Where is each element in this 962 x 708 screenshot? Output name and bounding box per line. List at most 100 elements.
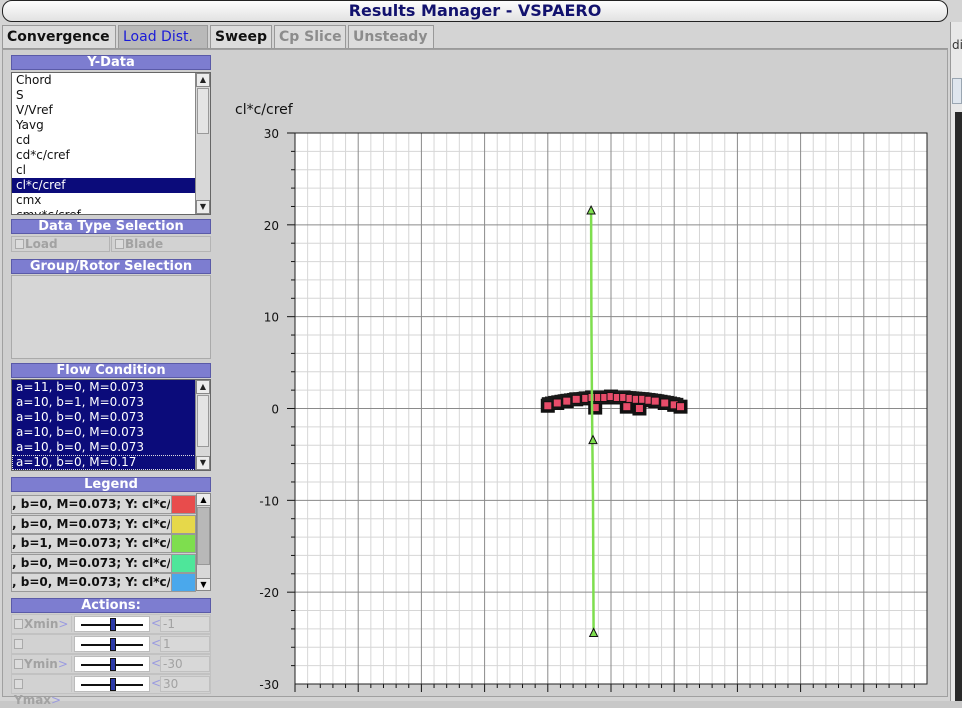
axis-limit-toggle[interactable]: Xmin> [12, 616, 72, 632]
legend-color-swatch[interactable] [171, 515, 195, 533]
axis-limit-toggle[interactable]: Xmax> [12, 636, 72, 667]
y-tick-label: 0 [271, 403, 279, 417]
blade-label: Blade [125, 237, 164, 251]
flow-condition-item[interactable]: a=10, b=0, M=0.17 [12, 455, 210, 470]
ydata-item[interactable]: Yavg [12, 118, 210, 133]
scroll-thumb[interactable] [197, 507, 210, 565]
load-label: Load [25, 237, 58, 251]
ydata-item[interactable]: cl [12, 163, 210, 178]
y-tick-label: -20 [259, 586, 279, 600]
data-point [676, 402, 686, 412]
data-point [660, 398, 670, 408]
scroll-up-icon[interactable]: ▲ [197, 494, 210, 506]
axis-limit-slider[interactable] [74, 616, 150, 632]
data-point [562, 396, 572, 406]
ydata-item[interactable]: V/Vref [12, 103, 210, 118]
ydata-item[interactable]: S [12, 88, 210, 103]
scroll-down-icon[interactable]: ▼ [197, 578, 210, 590]
ydata-item[interactable]: cl*c/cref [12, 178, 210, 193]
scroll-up-icon[interactable]: ▲ [196, 73, 210, 87]
axis-limit-row: Xmax><1 [11, 634, 211, 667]
ydata-header: Y-Data [11, 55, 211, 70]
axis-limit-checkbox[interactable] [14, 639, 23, 649]
background-icon [952, 78, 962, 104]
tab-cp-slice[interactable]: Cp Slice [274, 25, 346, 49]
right-arrow-icon: > [51, 693, 62, 707]
legend-color-swatch[interactable] [171, 496, 195, 513]
tab-sweep[interactable]: Sweep [210, 25, 272, 49]
y-tick-label: 30 [264, 127, 279, 141]
flow-condition-item[interactable]: a=10, b=0, M=0.073 [12, 425, 210, 440]
axis-limit-value[interactable]: 30 [160, 676, 210, 692]
background-window-edge: di [950, 22, 962, 701]
axis-limit-checkbox[interactable] [14, 679, 23, 689]
axis-limit-slider[interactable] [74, 656, 150, 672]
legend-row[interactable]: , b=0, M=0.073; Y: cl*c/ [11, 553, 196, 573]
flow-condition-header: Flow Condition [11, 363, 211, 378]
legend-row[interactable]: , b=0, M=0.073; Y: cl*c/ [11, 573, 196, 592]
ydata-scrollbar[interactable]: ▲ ▼ [195, 73, 210, 214]
legend-color-swatch[interactable] [171, 535, 195, 552]
legend-row[interactable]: , b=0, M=0.073; Y: cl*c/ [11, 514, 196, 534]
y-tick-label: 20 [264, 219, 279, 233]
legend-scrollbar[interactable]: ▲ ▼ [196, 493, 211, 591]
slider-knob[interactable] [110, 618, 116, 631]
scroll-down-icon[interactable]: ▼ [196, 456, 210, 470]
axis-limit-label: Ymin [24, 657, 58, 671]
axis-limit-value[interactable]: 1 [160, 636, 210, 652]
axis-limit-toggle[interactable]: Ymin> [12, 656, 72, 672]
results-manager-window: Results Manager - VSPAERO di Convergence… [0, 0, 962, 707]
flow-condition-list[interactable]: a=11, b=0, M=0.073 a=10, b=1, M=0.073 a=10… [11, 379, 211, 471]
scroll-up-icon[interactable]: ▲ [196, 380, 210, 394]
legend-row[interactable]: , b=1, M=0.073; Y: cl*c/ [11, 534, 196, 553]
flow-condition-item[interactable]: a=10, b=1, M=0.073 [12, 395, 210, 410]
blade-checkbox[interactable] [115, 239, 124, 249]
load-toggle[interactable]: Load [11, 236, 110, 252]
axis-limit-row: Ymin> < -30 [11, 654, 211, 674]
axis-limit-value[interactable]: -1 [160, 616, 210, 632]
axis-limit-value[interactable]: -30 [160, 656, 210, 672]
group-rotor-list[interactable] [11, 275, 211, 359]
tab-unsteady[interactable]: Unsteady [348, 25, 434, 49]
flow-scrollbar[interactable]: ▲ ▼ [195, 380, 210, 470]
right-arrow-icon: > [57, 657, 68, 671]
ydata-item[interactable]: cmy*c/cref [12, 208, 210, 214]
ydata-item[interactable]: cmx [12, 193, 210, 208]
legend-text: , b=1, M=0.073; Y: cl*c/ [12, 536, 170, 550]
data-type-header: Data Type Selection [11, 219, 211, 234]
slider-knob[interactable] [110, 658, 116, 671]
axis-limit-row: Ymax> <30 [11, 674, 211, 707]
group-rotor-header: Group/Rotor Selection [11, 259, 211, 274]
blade-toggle[interactable]: Blade [111, 236, 211, 252]
window-title[interactable]: Results Manager - VSPAERO [2, 0, 948, 22]
ydata-item[interactable]: cd*c/cref [12, 148, 210, 163]
legend-text: , b=0, M=0.073; Y: cl*c/ [12, 555, 170, 570]
load-distribution-plot[interactable]: 1-0.8-0.6-0.4-0.200.20.40.60.813020100-1… [215, 116, 945, 696]
legend-color-swatch[interactable] [171, 554, 195, 572]
axis-limit-label: Xmin [24, 617, 59, 631]
slider-knob[interactable] [110, 678, 116, 691]
axis-limit-slider[interactable] [74, 636, 150, 652]
scroll-thumb[interactable] [197, 88, 209, 134]
ydata-list[interactable]: Chord S V/Vref Yavg cd cd*c/cref cl cl*c/cref cm… [11, 72, 211, 215]
axis-limit-toggle[interactable]: Ymax> [12, 676, 72, 707]
slider-knob[interactable] [110, 638, 116, 651]
ydata-item[interactable]: Chord [12, 73, 210, 88]
ydata-item[interactable]: cd [12, 133, 210, 148]
tab-load-dist[interactable]: Load Dist. [118, 25, 208, 50]
axis-limit-slider[interactable] [74, 676, 150, 692]
legend-color-swatch[interactable] [171, 574, 195, 591]
data-point [622, 402, 632, 412]
flow-condition-item[interactable]: a=10, b=0, M=0.073 [12, 440, 210, 455]
flow-condition-item[interactable]: a=10, b=0, M=0.073 [12, 410, 210, 425]
scroll-thumb[interactable] [197, 395, 209, 447]
data-point [571, 394, 581, 404]
load-checkbox[interactable] [15, 239, 24, 249]
axis-limit-checkbox[interactable] [14, 659, 23, 669]
axis-limit-checkbox[interactable] [14, 619, 23, 629]
scroll-down-icon[interactable]: ▼ [196, 200, 210, 214]
legend-row[interactable]: , b=0, M=0.073; Y: cl*c/ [11, 495, 196, 514]
background-text-fragment: di [952, 38, 962, 52]
flow-condition-item[interactable]: a=11, b=0, M=0.073 [12, 380, 210, 395]
tab-convergence[interactable]: Convergence [2, 25, 116, 49]
